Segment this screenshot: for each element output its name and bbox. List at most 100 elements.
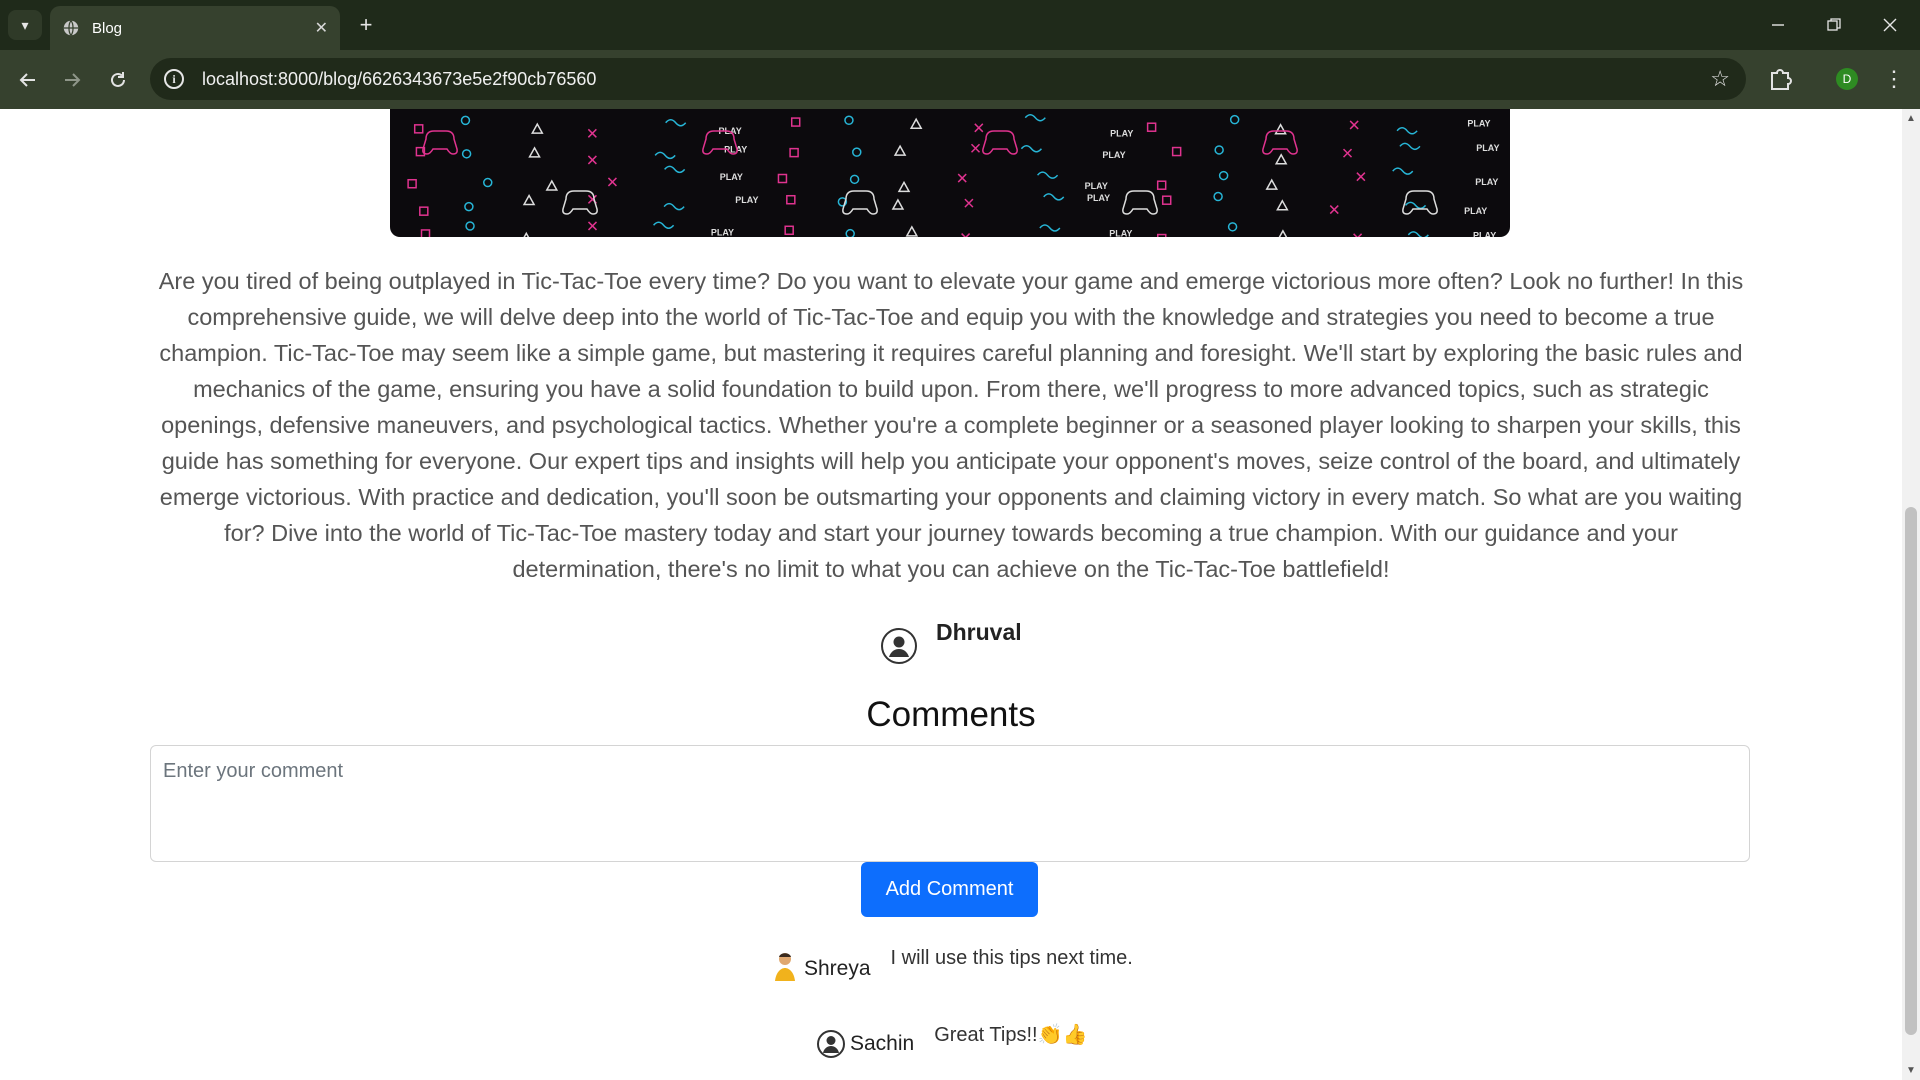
scrollbar-thumb[interactable] <box>1905 507 1917 1035</box>
pattern-word: PLAY <box>720 172 743 182</box>
pattern-word: PLAY <box>735 195 758 205</box>
circle-shape <box>465 221 475 231</box>
pattern-word: PLAY <box>1475 177 1498 187</box>
square-shape <box>1146 122 1157 132</box>
pattern-word: PLAY <box>1473 231 1496 237</box>
extensions-puzzle-icon[interactable] <box>1766 64 1796 94</box>
cross-shape <box>1329 205 1339 215</box>
squiggle-shape <box>1399 142 1421 151</box>
author-block: Dhruval <box>880 619 1022 665</box>
pattern-word: PLAY <box>1467 118 1490 128</box>
address-bar[interactable]: i localhost:8000/blog/6626343673e5e2f90c… <box>150 58 1746 100</box>
new-tab-button[interactable]: + <box>352 11 380 39</box>
page-scrollbar[interactable]: ▲ ▼ <box>1902 109 1920 1080</box>
triangle-shape <box>897 180 911 193</box>
square-shape <box>420 229 431 237</box>
circle-shape <box>1227 222 1238 232</box>
circle-shape <box>845 228 855 237</box>
gaming-pattern-image: PLAY PLAY PLAY PLAY PLAY PLAY PLAY PLAY PLAY PLAY… <box>407 113 1499 237</box>
square-shape <box>790 117 801 127</box>
comment-username: Shreya <box>804 957 871 980</box>
tab-close-icon[interactable]: ✕ <box>315 18 328 38</box>
author-name: Dhruval <box>936 619 1022 645</box>
browser-tab-bar: ▾ Blog ✕ + <box>0 0 1920 50</box>
comment-text: Great Tips!!👏👍 <box>934 1024 1088 1046</box>
cross-shape <box>970 143 981 153</box>
square-shape <box>1157 233 1167 237</box>
cross-shape <box>1356 172 1366 182</box>
bookmark-star-icon[interactable]: ☆ <box>1710 66 1730 92</box>
squiggle-shape <box>663 202 685 211</box>
triangle-shape <box>523 231 530 237</box>
pattern-word: PLAY <box>1087 193 1110 203</box>
blog-hero-image: PLAY PLAY PLAY PLAY PLAY PLAY PLAY PLAY PLAY PLAY… <box>390 109 1510 237</box>
circle-shape <box>852 147 862 157</box>
triangle-shape <box>522 193 536 206</box>
browser-tab[interactable]: Blog ✕ <box>50 6 340 50</box>
squiggle-shape <box>653 221 675 229</box>
square-shape <box>777 173 788 184</box>
site-info-icon[interactable]: i <box>164 69 184 89</box>
squiggle-shape <box>1392 167 1414 175</box>
cross-shape <box>961 233 971 237</box>
cross-shape <box>1353 233 1363 237</box>
circle-shape <box>844 115 854 126</box>
squiggle-shape <box>1404 201 1427 210</box>
squiggle-shape <box>1036 171 1059 179</box>
close-window-icon[interactable] <box>1870 10 1910 40</box>
comment-item: Sachin Great Tips!!👏👍 <box>816 1022 1087 1060</box>
profile-avatar[interactable]: D <box>1836 68 1858 90</box>
cross-shape <box>964 198 974 208</box>
user-circle-icon <box>817 1030 845 1058</box>
scroll-up-icon[interactable]: ▲ <box>1906 113 1916 124</box>
minimize-icon[interactable] <box>1758 10 1798 40</box>
squiggle-shape <box>1024 113 1046 122</box>
triangle-shape <box>891 198 905 210</box>
tab-title: Blog <box>92 19 123 37</box>
controller-icon <box>422 130 458 155</box>
circle-shape <box>464 201 474 212</box>
cross-shape <box>974 123 984 133</box>
squiggle-shape <box>654 151 676 160</box>
square-shape <box>419 206 429 216</box>
square-shape <box>1171 146 1182 157</box>
triangle-shape <box>1274 123 1287 135</box>
circle-shape <box>460 115 471 126</box>
circle-shape <box>461 149 472 159</box>
squiggle-shape <box>1407 231 1429 237</box>
triangle-shape <box>909 117 923 129</box>
forward-icon[interactable] <box>56 64 88 96</box>
square-shape <box>1156 180 1167 190</box>
tab-search-chevron-icon[interactable]: ▾ <box>8 10 42 40</box>
comment-input[interactable] <box>150 745 1750 862</box>
square-shape <box>407 178 417 189</box>
reload-icon[interactable] <box>102 64 134 96</box>
squiggle-shape <box>1039 224 1061 232</box>
pattern-word: PLAY <box>1110 129 1133 139</box>
cross-shape <box>587 128 597 138</box>
restore-icon[interactable] <box>1814 10 1854 40</box>
cross-shape <box>957 173 967 183</box>
globe-icon <box>63 20 79 36</box>
browser-menu-icon[interactable]: ⋮ <box>1883 64 1905 94</box>
controller-icon <box>562 190 598 215</box>
article-body: Are you tired of being outplayed in Tic-… <box>158 268 1744 582</box>
square-shape <box>1161 195 1172 205</box>
triangle-shape <box>905 225 919 237</box>
pattern-word: PLAY <box>711 227 734 237</box>
squiggle-shape <box>665 119 687 127</box>
triangle-shape <box>1276 199 1289 211</box>
triangle-shape <box>1278 229 1288 237</box>
square-shape <box>786 194 796 205</box>
add-comment-button[interactable]: Add Comment <box>861 862 1038 917</box>
back-icon[interactable] <box>12 64 44 96</box>
comment-item: Shreya I will use this tips next time. <box>770 947 1133 985</box>
user-circle-icon <box>881 628 917 664</box>
controller-icon <box>1122 190 1158 215</box>
address-url[interactable]: localhost:8000/blog/6626343673e5e2f90cb7… <box>202 69 596 90</box>
squiggle-shape <box>1043 193 1065 201</box>
square-shape <box>789 147 799 158</box>
circle-shape <box>483 177 493 188</box>
pattern-word: PLAY <box>1085 181 1108 191</box>
scroll-down-icon[interactable]: ▼ <box>1906 1065 1916 1076</box>
